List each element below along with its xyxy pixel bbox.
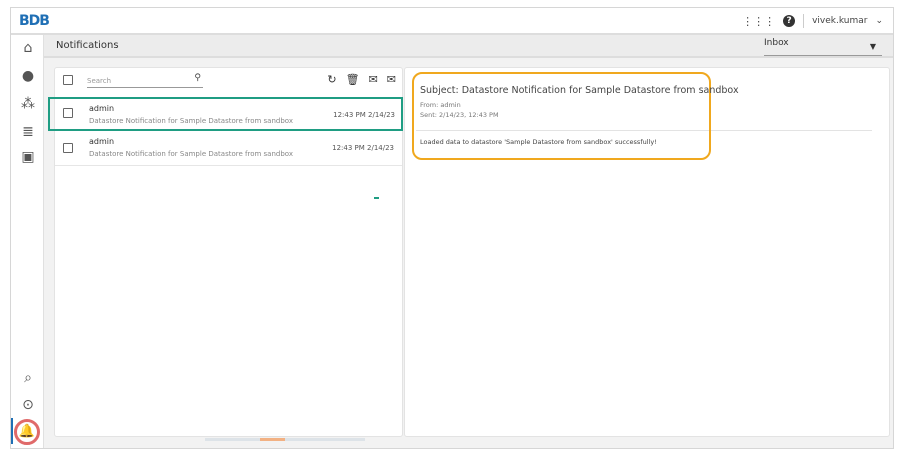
header: BDB ⋮⋮⋮ ? vivek.kumar ⌄ bbox=[11, 8, 893, 35]
item-checkbox[interactable] bbox=[63, 108, 73, 118]
caret-down-icon: ▼ bbox=[869, 42, 876, 51]
data-search-icon[interactable]: ⊙ bbox=[19, 397, 37, 413]
message-highlight: Subject: Datastore Notification for Samp… bbox=[412, 72, 739, 160]
message-detail: Subject: Datastore Notification for Samp… bbox=[404, 67, 890, 437]
message-from: From: admin bbox=[420, 101, 461, 109]
divider bbox=[803, 14, 805, 28]
item-time: 12:43 PM 2/14/23 bbox=[332, 144, 394, 152]
message-subject: Subject: Datastore Notification for Samp… bbox=[420, 85, 739, 96]
user-settings-icon[interactable]: ● bbox=[19, 68, 37, 84]
presentation-icon[interactable]: ▣ bbox=[19, 149, 37, 165]
message-sent: Sent: 2/14/23, 12:43 PM bbox=[420, 111, 499, 119]
home-icon[interactable]: ⌂ bbox=[19, 40, 37, 56]
apps-grid-icon[interactable]: ⋮⋮⋮ bbox=[742, 15, 775, 28]
active-indicator bbox=[11, 418, 13, 444]
title-bar: Notifications Inbox ▼ bbox=[44, 35, 893, 58]
help-icon[interactable]: ? bbox=[783, 15, 796, 27]
item-subject: Datastore Notification for Sample Datast… bbox=[89, 117, 293, 125]
report-search-icon[interactable]: ⌕ bbox=[19, 370, 37, 386]
user-menu[interactable]: vivek.kumar bbox=[812, 16, 867, 26]
item-time: 12:43 PM 2/14/23 bbox=[333, 111, 395, 119]
search-placeholder: Search bbox=[87, 77, 112, 85]
search-input[interactable]: Search ⚲ bbox=[87, 73, 203, 88]
logo[interactable]: BDB bbox=[19, 13, 50, 29]
chevron-down-icon[interactable]: ⌄ bbox=[875, 16, 883, 26]
list-item[interactable]: admin Datastore Notification for Sample … bbox=[48, 97, 403, 131]
users-group-icon[interactable]: ⁂ bbox=[19, 96, 37, 112]
datastore-icon[interactable]: ≣ bbox=[19, 124, 37, 140]
folder-select[interactable]: Inbox ▼ bbox=[764, 38, 882, 56]
item-subject: Datastore Notification for Sample Datast… bbox=[89, 150, 293, 158]
sidebar: ⌂ ● ⁂ ≣ ▣ ⌕ ⊙ 🔔 bbox=[11, 35, 44, 448]
loading-indicator bbox=[374, 197, 379, 199]
notification-list: Search ⚲ ↻ 🗑 ✉ ✉ admin Datastore Notifica… bbox=[48, 67, 403, 437]
delete-icon[interactable]: 🗑 bbox=[346, 73, 360, 86]
app-frame: BDB ⋮⋮⋮ ? vivek.kumar ⌄ ⌂ ● ⁂ ≣ ▣ ⌕ ⊙ 🔔 … bbox=[10, 7, 894, 449]
page-title: Notifications bbox=[56, 40, 119, 51]
refresh-icon[interactable]: ↻ bbox=[327, 73, 336, 86]
search-icon[interactable]: ⚲ bbox=[194, 73, 201, 83]
list-item[interactable]: admin Datastore Notification for Sample … bbox=[55, 132, 402, 166]
mark-read-icon[interactable]: ✉ bbox=[387, 73, 396, 86]
item-checkbox[interactable] bbox=[63, 143, 73, 153]
item-sender: admin bbox=[89, 137, 115, 146]
item-sender: admin bbox=[89, 104, 115, 113]
folder-select-value: Inbox bbox=[764, 38, 789, 48]
scrollbar-thumb[interactable] bbox=[260, 438, 285, 441]
notification-bell-icon[interactable]: 🔔 bbox=[14, 419, 40, 445]
mark-unread-icon[interactable]: ✉ bbox=[369, 73, 378, 86]
select-all-checkbox[interactable] bbox=[63, 75, 73, 85]
message-body: Loaded data to datastore 'Sample Datasto… bbox=[420, 138, 657, 146]
horizontal-scrollbar[interactable] bbox=[205, 438, 365, 441]
